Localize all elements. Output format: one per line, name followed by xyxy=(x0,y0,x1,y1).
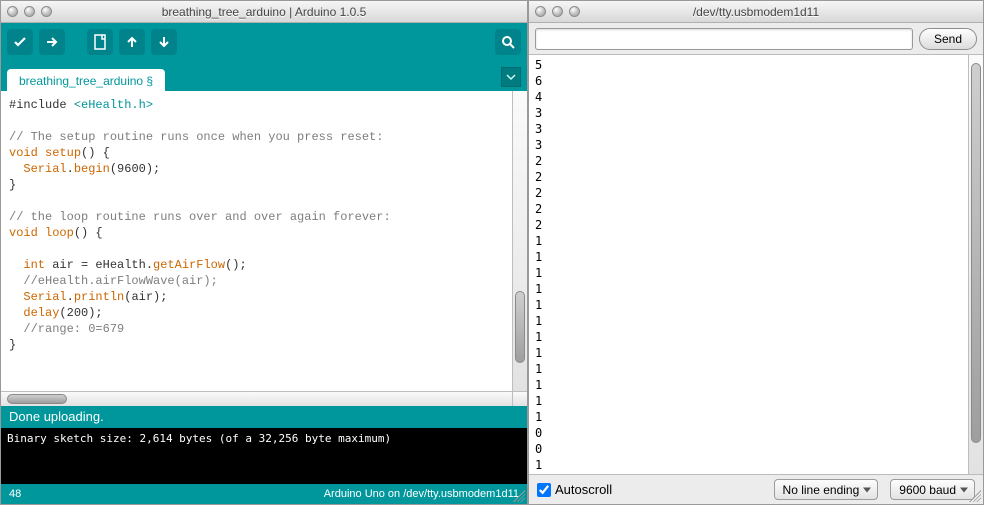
arrow-right-icon xyxy=(44,34,60,50)
magnifier-icon xyxy=(500,34,516,50)
serial-input-row: Send xyxy=(529,23,983,55)
baud-value: 9600 baud xyxy=(899,483,956,497)
serial-bottom-bar: Autoscroll No line ending 9600 baud xyxy=(529,474,983,504)
resize-handle[interactable] xyxy=(969,490,981,502)
scrollbar-thumb[interactable] xyxy=(971,63,981,443)
resize-handle[interactable] xyxy=(513,490,525,502)
editor-horizontal-scrollbar[interactable] xyxy=(1,391,527,406)
minimize-icon[interactable] xyxy=(24,6,35,17)
arrow-up-icon xyxy=(124,34,140,50)
chevron-down-icon xyxy=(506,72,516,82)
scrollbar-thumb[interactable] xyxy=(7,394,67,404)
serial-monitor-window: /dev/tty.usbmodem1d11 Send 5 6 4 3 3 3 2… xyxy=(528,0,984,505)
footer-bar: 48 Arduino Uno on /dev/tty.usbmodem1d11 xyxy=(1,484,527,504)
file-icon xyxy=(93,34,107,50)
serial-monitor-button[interactable] xyxy=(495,29,521,55)
close-icon[interactable] xyxy=(7,6,18,17)
send-button[interactable]: Send xyxy=(919,28,977,50)
autoscroll-label: Autoscroll xyxy=(555,482,612,497)
verify-button[interactable] xyxy=(7,29,33,55)
baud-rate-select[interactable]: 9600 baud xyxy=(890,479,975,500)
check-icon xyxy=(12,34,28,50)
console-output[interactable]: Binary sketch size: 2,614 bytes (of a 32… xyxy=(1,428,527,484)
window-title: breathing_tree_arduino | Arduino 1.0.5 xyxy=(1,5,527,19)
tab-menu-button[interactable] xyxy=(501,67,521,87)
zoom-icon[interactable] xyxy=(41,6,52,17)
arduino-ide-window: breathing_tree_arduino | Arduino 1.0.5 b… xyxy=(0,0,528,505)
open-button[interactable] xyxy=(119,29,145,55)
title-bar[interactable]: /dev/tty.usbmodem1d11 xyxy=(529,1,983,23)
zoom-icon[interactable] xyxy=(569,6,580,17)
editor-vertical-scrollbar[interactable] xyxy=(512,91,527,391)
toolbar xyxy=(1,23,527,61)
new-button[interactable] xyxy=(87,29,113,55)
close-icon[interactable] xyxy=(535,6,546,17)
title-bar[interactable]: breathing_tree_arduino | Arduino 1.0.5 xyxy=(1,1,527,23)
line-ending-select[interactable]: No line ending xyxy=(774,479,879,500)
status-bar: Done uploading. xyxy=(1,406,527,428)
checkbox-input[interactable] xyxy=(537,483,551,497)
line-ending-value: No line ending xyxy=(783,483,860,497)
code-editor[interactable]: #include <eHealth.h> // The setup routin… xyxy=(1,91,512,391)
save-button[interactable] xyxy=(151,29,177,55)
tab-bar: breathing_tree_arduino § xyxy=(1,61,527,91)
serial-input[interactable] xyxy=(535,28,913,50)
board-port-label: Arduino Uno on /dev/tty.usbmodem1d11 xyxy=(324,488,519,500)
minimize-icon[interactable] xyxy=(552,6,563,17)
line-number: 48 xyxy=(9,488,21,500)
arrow-down-icon xyxy=(156,34,172,50)
upload-button[interactable] xyxy=(39,29,65,55)
autoscroll-checkbox[interactable]: Autoscroll xyxy=(537,482,612,497)
serial-vertical-scrollbar[interactable] xyxy=(968,55,983,474)
sketch-tab[interactable]: breathing_tree_arduino § xyxy=(7,69,165,92)
window-title: /dev/tty.usbmodem1d11 xyxy=(529,5,983,19)
scrollbar-thumb[interactable] xyxy=(515,291,525,363)
serial-output[interactable]: 5 6 4 3 3 3 2 2 2 2 2 1 1 1 1 1 1 1 1 1 … xyxy=(529,55,968,474)
